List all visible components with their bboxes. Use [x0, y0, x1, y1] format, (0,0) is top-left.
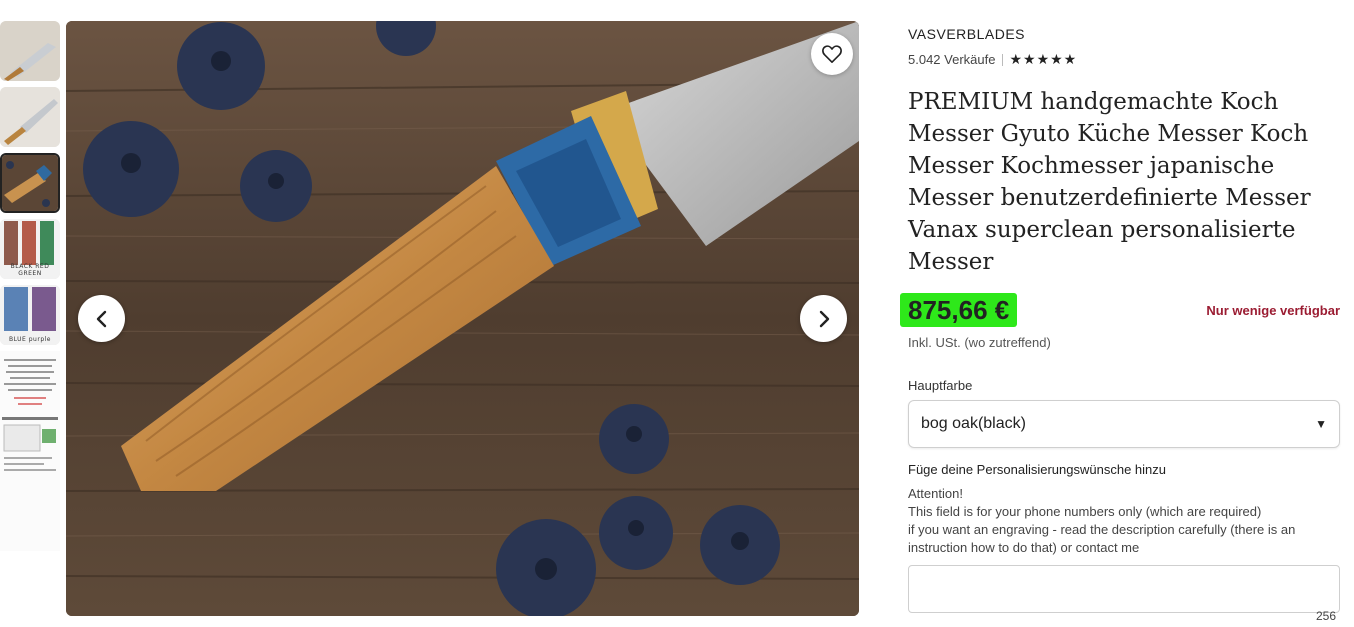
- thumbnail-caption: BLUE purple: [9, 336, 51, 343]
- thumbnail-5[interactable]: BLUE purple: [0, 285, 60, 345]
- next-image-button[interactable]: [800, 295, 847, 342]
- product-title: PREMIUM handgemachte Koch Messer Gyuto K…: [908, 89, 1311, 275]
- tax-note: Inkl. USt. (wo zutreffend): [908, 335, 1051, 350]
- divider: [1002, 53, 1004, 66]
- thumbnail-caption: BLACK RED GREEN: [10, 263, 50, 277]
- stock-note: Nur wenige verfügbar: [1206, 302, 1340, 318]
- instruction-line: This field is for your phone numbers onl…: [908, 504, 1262, 519]
- color-select[interactable]: bog oak(black) ▼: [908, 400, 1340, 448]
- personalization-instructions: Attention! This field is for your phone …: [908, 485, 1340, 557]
- color-select-value: bog oak(black): [921, 415, 1026, 432]
- thumbnail-1[interactable]: [0, 21, 60, 81]
- price-row: 875,66 € Nur wenige verfügbar: [900, 293, 1340, 327]
- product-info-panel: VASVERBLADES 5.042 Verkäufe ★★★★★ PREMIU…: [900, 26, 1340, 618]
- previous-image-button[interactable]: [78, 295, 125, 342]
- thumbnail-strip: BLACK RED GREEN BLUE purple: [0, 21, 61, 557]
- instruction-line: if you want an engraving - read the desc…: [908, 522, 1296, 555]
- star-rating-icon[interactable]: ★★★★★: [1009, 51, 1077, 68]
- sales-count: 5.042 Verkäufe: [908, 52, 996, 67]
- character-counter: 256: [1316, 609, 1337, 623]
- price: 875,66 €: [900, 293, 1018, 327]
- instruction-line: Attention!: [908, 486, 963, 501]
- heart-icon: [822, 45, 842, 63]
- thumbnail-4[interactable]: BLACK RED GREEN: [0, 219, 60, 279]
- chevron-left-icon: [96, 310, 106, 327]
- personalization-label: Füge deine Personalisierungswünsche hinz…: [908, 462, 1166, 477]
- favorite-button[interactable]: [811, 33, 853, 75]
- variant-label: Hauptfarbe: [908, 378, 973, 393]
- personalization-input[interactable]: [908, 565, 1340, 613]
- shop-name-link[interactable]: VASVERBLADES: [908, 26, 1340, 42]
- product-image: [66, 21, 859, 616]
- caret-down-icon: ▼: [1315, 417, 1327, 431]
- thumbnail-6[interactable]: [0, 351, 60, 551]
- thumbnail-3[interactable]: [0, 153, 60, 213]
- shop-stats: 5.042 Verkäufe ★★★★★: [908, 51, 1340, 68]
- chevron-right-icon: [819, 310, 829, 327]
- thumbnail-2[interactable]: [0, 87, 60, 147]
